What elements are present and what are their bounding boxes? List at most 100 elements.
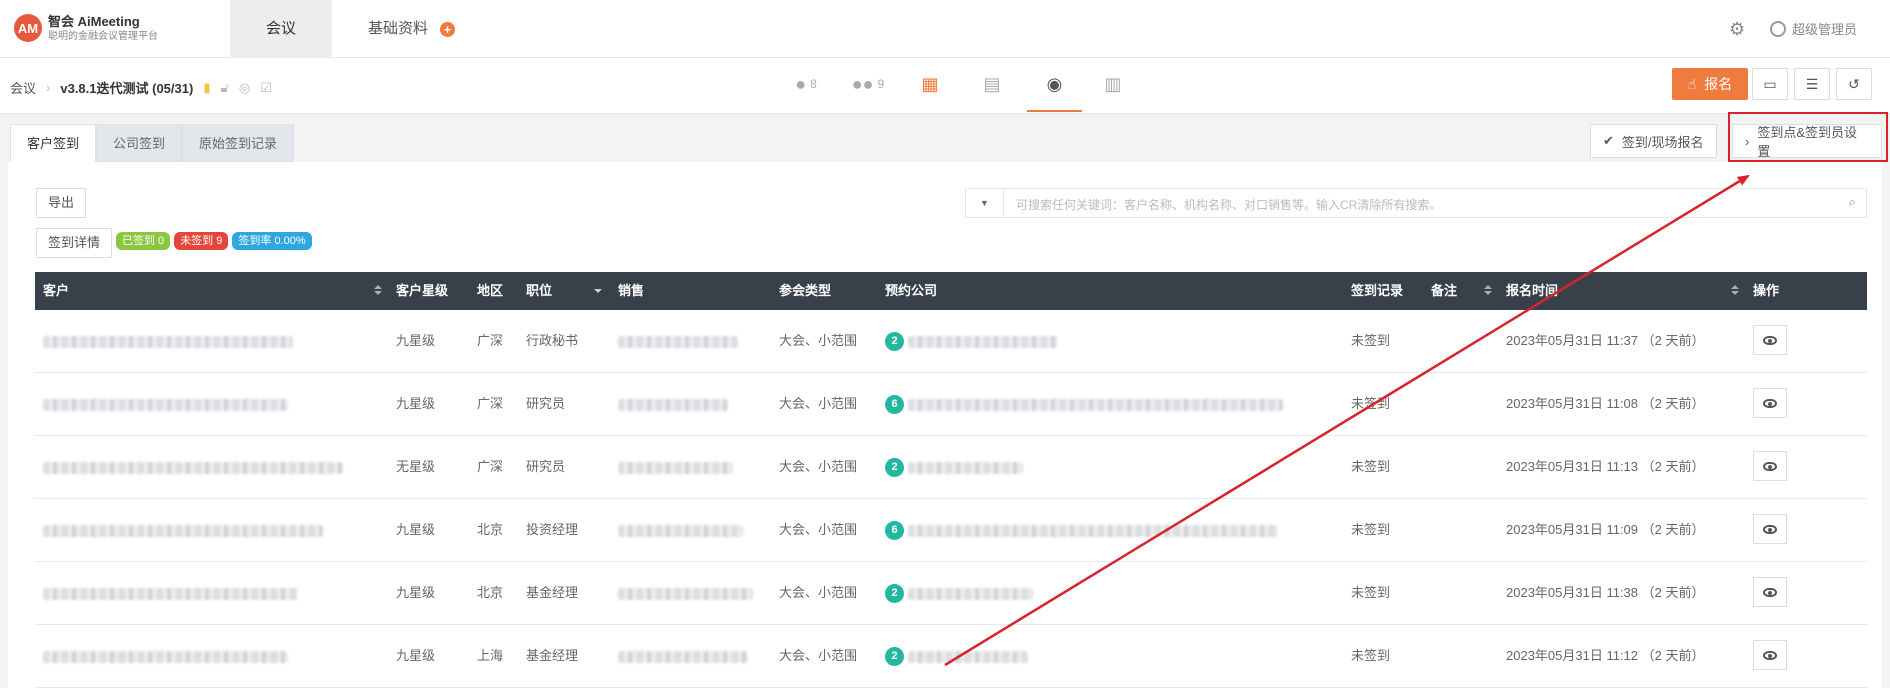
- customer-name-redacted: [43, 499, 323, 561]
- person-icon: ●: [795, 73, 807, 94]
- tab-stats[interactable]: ▥: [1082, 58, 1144, 110]
- search-filter-dropdown[interactable]: ▼: [966, 189, 1004, 217]
- view-button[interactable]: [1753, 577, 1787, 607]
- unlock-icon[interactable]: 🔓︎: [220, 80, 228, 96]
- col-sales: 销售: [618, 283, 645, 298]
- company-count-badge: 2: [885, 584, 904, 604]
- export-button[interactable]: 导出: [36, 188, 87, 218]
- sort-up-icon[interactable]: [1731, 285, 1739, 289]
- cell-record: 未签到: [1351, 585, 1391, 600]
- col-company: 预约公司: [885, 283, 938, 298]
- cell-type: 大会、小范围: [779, 585, 858, 600]
- cell-company: 6: [885, 373, 1283, 435]
- col-note[interactable]: 备注: [1431, 272, 1457, 310]
- cell-position: 基金经理: [526, 648, 579, 663]
- cell-signup-time: 2023年05月31日 11:13 （2 天前）: [1506, 459, 1705, 474]
- document-icon: ▤: [983, 73, 1001, 94]
- cell-position: 行政秘书: [526, 333, 579, 348]
- table-row[interactable]: 无星级 广深 研究员 大会、小范围 2 未签到 2023年05月31日 11:13 （2 天…: [35, 436, 1867, 499]
- checkin-stats: 已签到 0 未签到 9 签到率 0.00%: [116, 232, 316, 250]
- company-redacted: [908, 587, 1033, 600]
- tab-company-checkin[interactable]: 公司签到: [96, 124, 183, 162]
- checked-badge: 已签到 0: [116, 232, 171, 250]
- tab-groups[interactable]: ●● 9: [837, 58, 899, 110]
- sort-up-icon[interactable]: [1484, 285, 1492, 289]
- eye-icon: [1763, 335, 1777, 345]
- company-redacted: [908, 461, 1023, 474]
- view-button[interactable]: [1753, 640, 1787, 670]
- cell-region: 上海: [477, 648, 504, 663]
- company-count-badge: 2: [885, 647, 904, 667]
- cell-type: 大会、小范围: [779, 459, 858, 474]
- brand-name: 智会 AiMeeting: [48, 14, 140, 29]
- cell-record: 未签到: [1351, 396, 1391, 411]
- search-input[interactable]: 可搜索任何关键词：客户名称、机构名称、对口销售等。输入CR清除所有搜索。: [1016, 196, 1441, 213]
- company-count-badge: 2: [885, 458, 904, 478]
- col-signup-time[interactable]: 报名时间: [1506, 272, 1558, 310]
- plus-circle-icon[interactable]: +: [440, 22, 455, 37]
- cell-star: 九星级: [396, 396, 436, 411]
- company-count-badge: 6: [885, 395, 904, 415]
- sort-down-icon[interactable]: [1484, 291, 1492, 295]
- cell-position: 研究员: [526, 459, 566, 474]
- table-row[interactable]: 九星级 广深 研究员 大会、小范围 6 未签到 2023年05月31日 11:08 （2 天…: [35, 373, 1867, 436]
- eye-slash-icon[interactable]: ◎: [239, 80, 250, 96]
- view-button[interactable]: [1753, 325, 1787, 355]
- checkin-detail-button[interactable]: 签到详情: [36, 228, 113, 258]
- monitor-icon: ▭: [1763, 75, 1777, 92]
- aimeeting-logo[interactable]: AM: [14, 14, 42, 42]
- sort-up-icon[interactable]: [374, 285, 382, 289]
- sort-down-icon[interactable]: [374, 291, 382, 295]
- nav-meeting[interactable]: 会议: [230, 0, 333, 58]
- checkin-onsite-button[interactable]: ✔ 签到/现场报名: [1590, 124, 1717, 158]
- table-row[interactable]: 九星级 广深 行政秘书 大会、小范围 2 未签到 2023年05月31日 11:37 （2 …: [35, 310, 1867, 373]
- filter-caret-icon[interactable]: [594, 289, 602, 293]
- rate-badge: 签到率 0.00%: [232, 232, 312, 250]
- search-icon[interactable]: ⌕: [1849, 194, 1856, 210]
- user-icon: [1770, 20, 1786, 37]
- meeting-title: v3.8.1迭代测试 (05/31): [60, 81, 194, 96]
- tab-documents[interactable]: ▤: [961, 58, 1023, 110]
- company-count-badge: 6: [885, 521, 904, 541]
- col-type: 参会类型: [779, 283, 832, 298]
- cell-record: 未签到: [1351, 333, 1391, 348]
- table-row[interactable]: 九星级 上海 基金经理 大会、小范围 2 未签到 2023年05月31日 11:12 （2 …: [35, 625, 1867, 688]
- tab-attendees[interactable]: ● 8: [775, 58, 837, 110]
- sliders-icon: ☰: [1805, 75, 1819, 92]
- user-menu[interactable]: 超级管理员: [1770, 19, 1857, 38]
- table-row[interactable]: 九星级 北京 投资经理 大会、小范围 6 未签到 2023年05月31日 11:09 （2 …: [35, 499, 1867, 562]
- view-button[interactable]: [1753, 451, 1787, 481]
- breadcrumb-root[interactable]: 会议: [10, 78, 36, 97]
- tab-schedule[interactable]: ▦: [899, 58, 961, 110]
- table-row[interactable]: 九星级 北京 基金经理 大会、小范围 2 未签到 2023年05月31日 11:38 （2 …: [35, 562, 1867, 625]
- tab-checkin[interactable]: ◉: [1027, 58, 1082, 112]
- checkbox-icon[interactable]: ☑: [260, 80, 272, 96]
- cell-signup-time: 2023年05月31日 11:38 （2 天前）: [1506, 585, 1705, 600]
- col-position[interactable]: 职位: [526, 272, 552, 310]
- signup-button[interactable]: ☝ 报名: [1672, 68, 1748, 100]
- checkin-tabs: 客户签到 公司签到 原始签到记录: [10, 124, 295, 162]
- view-button[interactable]: [1753, 388, 1787, 418]
- cell-star: 九星级: [396, 585, 436, 600]
- customer-name-redacted: [43, 436, 343, 498]
- sliders-button[interactable]: ☰: [1794, 68, 1830, 100]
- col-customer[interactable]: 客户: [43, 272, 69, 310]
- tab-customer-checkin[interactable]: 客户签到: [10, 124, 97, 162]
- view-button[interactable]: [1753, 514, 1787, 544]
- cell-signup-time: 2023年05月31日 11:08 （2 天前）: [1506, 396, 1705, 411]
- company-redacted: [908, 524, 1278, 537]
- cell-position: 基金经理: [526, 585, 579, 600]
- eye-icon: [1763, 587, 1777, 597]
- cell-star: 九星级: [396, 333, 436, 348]
- sort-down-icon[interactable]: [1731, 291, 1739, 295]
- history-button[interactable]: ↺: [1836, 68, 1872, 100]
- gear-icon[interactable]: ⚙: [1729, 19, 1745, 40]
- eye-icon: [1763, 650, 1777, 660]
- tab-raw-records[interactable]: 原始签到记录: [182, 124, 295, 162]
- bookmark-icon[interactable]: ▮: [203, 80, 210, 96]
- cell-position: 投资经理: [526, 522, 579, 537]
- cell-region: 北京: [477, 585, 504, 600]
- cell-region: 北京: [477, 522, 504, 537]
- monitor-button[interactable]: ▭: [1752, 68, 1788, 100]
- cell-signup-time: 2023年05月31日 11:37 （2 天前）: [1506, 333, 1705, 348]
